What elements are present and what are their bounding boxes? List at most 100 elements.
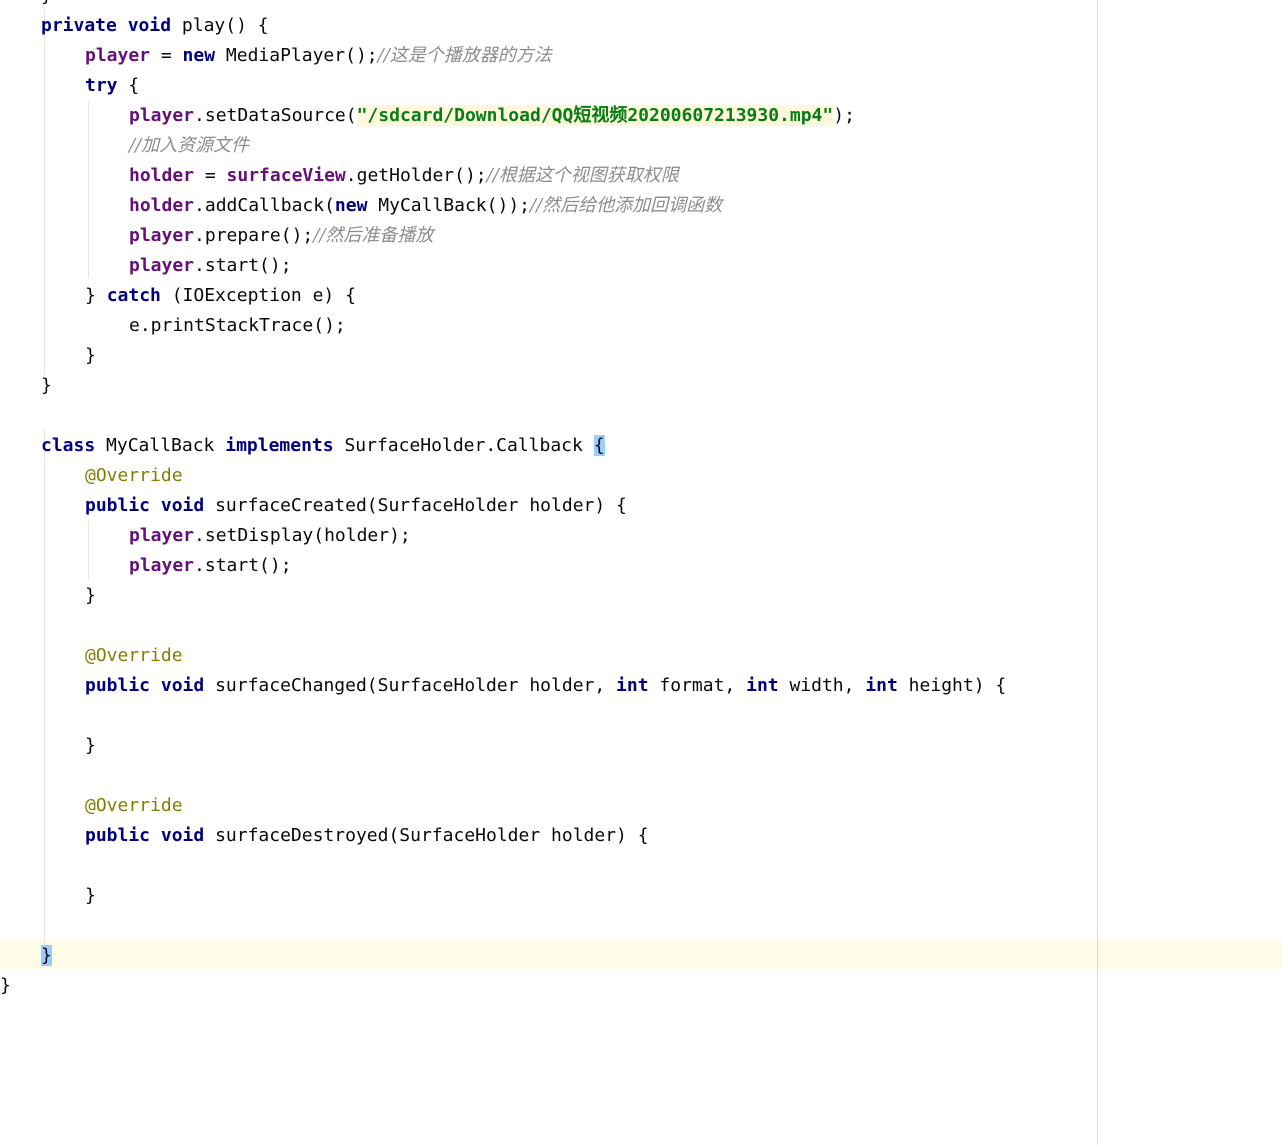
code-token: } (41, 375, 52, 396)
code-line[interactable]: } (41, 941, 52, 971)
code-line[interactable]: @Override (85, 461, 183, 491)
code-line[interactable]: } (85, 731, 96, 761)
code-token: "/sdcard/Download/QQ短视频20200607213930.mp… (356, 105, 834, 126)
code-token: e.printStackTrace(); (129, 315, 346, 336)
code-token: holder (129, 165, 195, 186)
code-line[interactable]: holder.addCallback(new MyCallBack());//然… (129, 191, 722, 221)
code-line[interactable]: } (41, 0, 52, 11)
code-editor[interactable]: }private void play() {player = new Media… (0, 0, 1282, 1145)
code-token: @Override (85, 465, 183, 486)
code-token: //这是个播放器的方法 (377, 45, 552, 66)
code-token: //根据这个视图获取权限 (486, 165, 679, 186)
code-token: new (182, 45, 216, 66)
code-token: play() { (171, 15, 269, 36)
code-token: surfaceDestroyed(SurfaceHolder holder) { (204, 825, 649, 846)
code-token: } (85, 285, 107, 306)
code-token: width, (778, 675, 866, 696)
code-token: implements (225, 435, 334, 456)
code-token: .start(); (194, 555, 292, 576)
code-token: void (160, 825, 205, 846)
code-token: player (85, 45, 151, 66)
code-token: } (85, 585, 96, 606)
code-token: format, (648, 675, 747, 696)
code-token: MyCallBack()); (367, 195, 530, 216)
indent-guide-line (88, 101, 89, 278)
code-token: //然后给他添加回调函数 (530, 195, 723, 216)
code-token: height) { (897, 675, 1007, 696)
right-margin-guide (1097, 0, 1098, 1145)
code-line[interactable]: } (85, 581, 96, 611)
code-line[interactable]: player.setDisplay(holder); (129, 521, 411, 551)
code-token: } (85, 735, 96, 756)
code-token: { (117, 75, 140, 96)
code-token: class (41, 435, 96, 456)
code-line[interactable]: class MyCallBack implements SurfaceHolde… (41, 431, 605, 461)
code-token: player (129, 225, 195, 246)
code-token: holder (129, 195, 195, 216)
code-token: MyCallBack (95, 435, 226, 456)
code-token: int (865, 675, 898, 696)
code-token: new (334, 195, 368, 216)
code-token: } (85, 885, 96, 906)
code-token: .prepare(); (194, 225, 314, 246)
indent-guide-line (44, 430, 45, 965)
code-token: surfaceCreated(SurfaceHolder holder) { (204, 495, 627, 516)
code-token: @Override (85, 645, 183, 666)
code-line[interactable]: private void play() { (41, 11, 269, 41)
code-token: catch (106, 285, 161, 306)
code-token: void (127, 15, 172, 36)
code-line[interactable]: public void surfaceCreated(SurfaceHolder… (85, 491, 627, 521)
code-token: //加入资源文件 (129, 135, 250, 156)
code-token: { (593, 435, 605, 456)
code-token: player (129, 105, 195, 126)
code-line[interactable]: player = new MediaPlayer();//这是个播放器的方法 (85, 41, 552, 71)
code-line[interactable]: //加入资源文件 (129, 131, 249, 161)
code-token: .start(); (194, 255, 292, 276)
code-token: public (85, 495, 151, 516)
code-line[interactable]: @Override (85, 641, 183, 671)
code-line[interactable]: } (85, 881, 96, 911)
code-token: } (41, 945, 52, 966)
code-token: void (160, 675, 205, 696)
code-line[interactable]: } (0, 971, 11, 1001)
code-token: surfaceChanged(SurfaceHolder holder, (204, 675, 617, 696)
code-line[interactable]: try { (85, 71, 139, 101)
indent-guide-line (88, 521, 89, 580)
code-token: try (85, 75, 118, 96)
code-token: int (746, 675, 779, 696)
code-token: player (129, 525, 195, 546)
code-token: ); (833, 105, 855, 126)
code-token: private (41, 15, 117, 36)
code-line[interactable]: player.setDataSource("/sdcard/Download/Q… (129, 101, 855, 131)
code-line[interactable]: public void surfaceChanged(SurfaceHolder… (85, 671, 1006, 701)
code-token: //然后准备播放 (313, 225, 434, 246)
current-line-highlight (0, 939, 1282, 969)
code-line[interactable]: } (85, 341, 96, 371)
code-token: } (85, 345, 96, 366)
indent-guide-line (44, 10, 45, 374)
code-token: } (0, 975, 11, 996)
code-token: = (150, 45, 183, 66)
code-token: int (616, 675, 649, 696)
code-line[interactable]: player.start(); (129, 551, 292, 581)
code-line[interactable]: } catch (IOException e) { (85, 281, 356, 311)
code-token: public (85, 675, 151, 696)
code-token: public (85, 825, 151, 846)
code-line[interactable]: } (41, 371, 52, 401)
code-line[interactable]: e.printStackTrace(); (129, 311, 346, 341)
code-line[interactable]: public void surfaceDestroyed(SurfaceHold… (85, 821, 649, 851)
code-token: .addCallback( (194, 195, 335, 216)
code-token: } (41, 0, 52, 6)
code-line[interactable]: player.prepare();//然后准备播放 (129, 221, 433, 251)
code-line[interactable]: player.start(); (129, 251, 292, 281)
code-line[interactable]: holder = surfaceView.getHolder();//根据这个视… (129, 161, 679, 191)
code-token: player (129, 555, 195, 576)
code-token: void (160, 495, 205, 516)
code-line[interactable]: @Override (85, 791, 183, 821)
code-token: (IOException e) { (160, 285, 356, 306)
code-token: .setDisplay(holder); (194, 525, 411, 546)
